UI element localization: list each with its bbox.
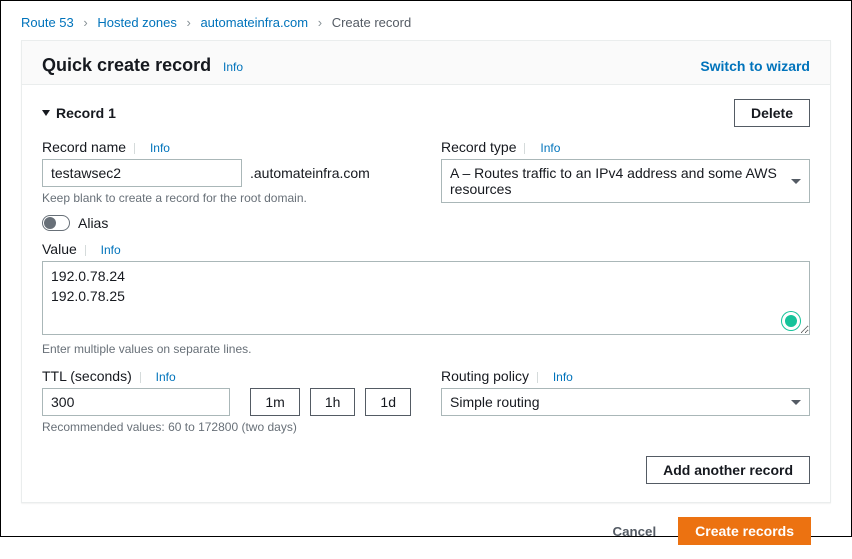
alias-toggle[interactable]	[42, 215, 70, 231]
record-name-input[interactable]	[42, 159, 242, 187]
ttl-preset-1m[interactable]: 1m	[250, 388, 299, 416]
create-records-button[interactable]: Create records	[678, 517, 811, 545]
record-type-selected: A – Routes traffic to an IPv4 address an…	[450, 165, 791, 197]
record-title-text: Record 1	[56, 105, 116, 121]
routing-policy-select[interactable]: Simple routing	[441, 388, 810, 416]
record-type-info[interactable]: Info	[540, 141, 560, 155]
delete-button[interactable]: Delete	[734, 99, 810, 127]
value-label: Value	[42, 241, 77, 257]
routing-policy-label: Routing policy	[441, 368, 529, 384]
ttl-preset-1h[interactable]: 1h	[310, 388, 356, 416]
record-name-suffix: .automateinfra.com	[250, 165, 370, 181]
alias-label: Alias	[78, 215, 108, 231]
cancel-button[interactable]: Cancel	[596, 519, 672, 544]
chevron-right-icon: ›	[186, 15, 190, 30]
chevron-right-icon: ›	[83, 15, 87, 30]
value-info[interactable]: Info	[101, 243, 121, 257]
breadcrumb-route53[interactable]: Route 53	[21, 15, 74, 30]
record-name-label: Record name	[42, 139, 126, 155]
caret-down-icon	[42, 110, 50, 116]
ttl-info[interactable]: Info	[156, 370, 176, 384]
chevron-right-icon: ›	[318, 15, 322, 30]
breadcrumb-current: Create record	[332, 15, 411, 30]
routing-policy-selected: Simple routing	[450, 394, 540, 410]
value-textarea[interactable]	[42, 261, 810, 335]
value-hint: Enter multiple values on separate lines.	[42, 342, 810, 356]
ttl-label: TTL (seconds)	[42, 368, 132, 384]
breadcrumb: Route 53 › Hosted zones › automateinfra.…	[21, 15, 831, 30]
switch-to-wizard-link[interactable]: Switch to wizard	[700, 58, 810, 74]
chevron-down-icon	[791, 400, 801, 405]
add-another-record-button[interactable]: Add another record	[646, 456, 810, 484]
breadcrumb-hosted-zones[interactable]: Hosted zones	[97, 15, 177, 30]
record-name-info[interactable]: Info	[150, 141, 170, 155]
quick-create-panel: Quick create record Info Switch to wizar…	[21, 40, 831, 503]
record-expander[interactable]: Record 1	[42, 105, 116, 121]
record-name-hint: Keep blank to create a record for the ro…	[42, 191, 411, 205]
breadcrumb-zone-name[interactable]: automateinfra.com	[200, 15, 308, 30]
record-type-select[interactable]: A – Routes traffic to an IPv4 address an…	[441, 159, 810, 203]
ttl-hint: Recommended values: 60 to 172800 (two da…	[42, 420, 411, 434]
record-type-label: Record type	[441, 139, 516, 155]
routing-policy-info[interactable]: Info	[553, 370, 573, 384]
page-title: Quick create record	[42, 55, 211, 75]
ttl-preset-1d[interactable]: 1d	[365, 388, 411, 416]
title-info-link[interactable]: Info	[223, 60, 243, 74]
chevron-down-icon	[791, 179, 801, 184]
ttl-input[interactable]	[42, 388, 230, 416]
grammarly-icon	[782, 312, 800, 330]
